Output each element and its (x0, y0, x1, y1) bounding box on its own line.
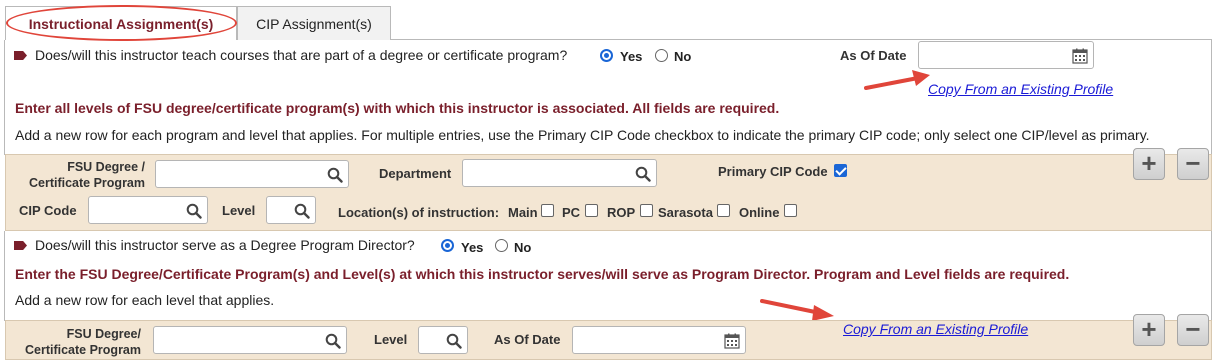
location-sarasota-label: Sarasota (658, 205, 713, 220)
copy-existing-profile-link-2-overlay[interactable]: Copy From an Existing Profile (843, 321, 1028, 337)
level-input[interactable] (266, 196, 316, 224)
q2-question: Does/will this instructor serve as a Deg… (35, 237, 415, 253)
tab-cip-label: CIP Assignment(s) (256, 15, 372, 32)
program-input[interactable] (155, 160, 349, 188)
magnifier-icon[interactable] (325, 333, 341, 349)
location-pc-checkbox[interactable] (585, 204, 598, 217)
primary-cip-label: Primary CIP Code (718, 164, 828, 179)
q1-no-radio[interactable] (655, 49, 668, 62)
as-of-date-label: As Of Date (840, 48, 907, 63)
location-online-label: Online (739, 205, 780, 220)
location-sarasota-checkbox[interactable] (717, 204, 730, 217)
q1-question: Does/will this instructor teach courses … (35, 47, 568, 63)
program-label: FSU Degree / Certificate Program (28, 160, 145, 190)
director-add-row-button[interactable]: + (1133, 314, 1165, 346)
remove-row-button[interactable]: − (1177, 148, 1209, 180)
q2-no-label: No (514, 240, 532, 255)
location-online-checkbox[interactable] (784, 204, 797, 217)
director-program-input[interactable] (153, 326, 347, 354)
add-row-button[interactable]: + (1133, 148, 1165, 180)
q2-no-radio[interactable] (495, 239, 508, 252)
q1-yes-radio[interactable] (600, 49, 613, 62)
department-label: Department (379, 166, 452, 181)
department-input[interactable] (462, 159, 657, 187)
primary-cip-checkbox[interactable] (834, 164, 847, 177)
programs-instructions: Add a new row for each program and level… (15, 127, 1150, 143)
director-as-of-date-label: As Of Date (494, 332, 561, 347)
magnifier-icon[interactable] (446, 333, 462, 349)
q1-no-label: No (674, 49, 692, 64)
location-pc-label: PC (562, 205, 581, 220)
location-main-checkbox[interactable] (541, 204, 554, 217)
location-main-label: Main (508, 205, 538, 220)
tab-cip-assignments[interactable]: CIP Assignment(s) (237, 6, 391, 40)
director-instructions: Add a new row for each level that applie… (15, 292, 275, 308)
magnifier-icon[interactable] (635, 166, 651, 182)
calendar-icon[interactable] (724, 333, 740, 349)
cip-code-label: CIP Code (19, 203, 77, 218)
director-level-label: Level (374, 332, 408, 347)
copy-existing-profile-link-1[interactable]: Copy From an Existing Profile (928, 81, 1113, 97)
as-of-date-input[interactable] (918, 41, 1094, 69)
magnifier-icon[interactable] (186, 203, 202, 219)
tab-instructional-assignments[interactable]: Instructional Assignment(s) (5, 6, 237, 40)
level-label: Level (222, 203, 256, 218)
director-as-of-date-input[interactable] (572, 326, 746, 354)
location-rop-checkbox[interactable] (640, 204, 653, 217)
director-remove-row-button[interactable]: − (1177, 314, 1209, 346)
calendar-icon[interactable] (1072, 48, 1088, 64)
programs-heading: Enter all levels of FSU degree/certifica… (15, 100, 780, 116)
director-heading: Enter the FSU Degree/Certificate Program… (15, 266, 1070, 282)
magnifier-icon[interactable] (294, 203, 310, 219)
q2-yes-radio[interactable] (441, 239, 454, 252)
location-rop-label: ROP (607, 205, 636, 220)
magnifier-icon[interactable] (327, 167, 343, 183)
cip-code-input[interactable] (88, 196, 208, 224)
director-level-input[interactable] (418, 326, 468, 354)
q1-yes-label: Yes (620, 49, 643, 64)
director-program-label: FSU Degree/ Certificate Program (24, 327, 141, 357)
locations-label: Location(s) of instruction: (338, 205, 500, 220)
q2-yes-label: Yes (461, 240, 484, 255)
tab-instructional-label: Instructional Assignment(s) (28, 15, 214, 32)
